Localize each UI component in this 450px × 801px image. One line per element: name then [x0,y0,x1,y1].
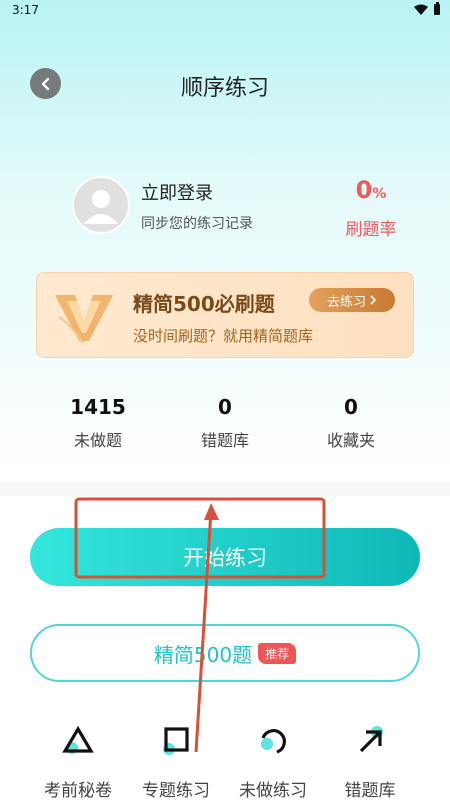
status-time: 3:17 [12,3,39,17]
recommend-badge: 推荐 [258,642,297,664]
bottom-tab-bar: 考前秘卷 专题练习 未做练习 错题库 [0,722,450,801]
user-icon [84,190,118,224]
login-link[interactable]: 立即登录 [141,179,213,205]
rate-number: 0 [355,176,373,204]
stat-undone-label: 未做题 [73,431,122,450]
practice-rate-value: 0% [340,176,402,204]
avatar[interactable] [72,176,130,234]
v-logo-icon [55,295,113,344]
stat-favorites-label: 收藏夹 [326,431,375,450]
square-icon [163,727,189,755]
tab-undone-practice[interactable]: 未做练习 [223,722,323,801]
circle-arc-icon [261,729,286,754]
simplified-500-button[interactable]: 精简500题 推荐 [30,624,420,682]
page-title: 顺序练习 [180,76,269,101]
chevron-right-icon [370,295,377,305]
go-practice-button[interactable]: 去练习 [309,288,395,312]
triangle-icon [62,725,94,754]
tab-exam-secret[interactable]: 考前秘卷 [28,722,128,801]
stat-undone[interactable]: 1415 未做题 [48,395,148,451]
banner-title: 精简500必刷题 [133,292,275,316]
simplified-question-banner[interactable]: 精简500必刷题 去练习 没时间刷题？就用精简题库 [36,272,414,358]
stat-favorites[interactable]: 0 收藏夹 [301,395,401,451]
tab-topic-practice-label: 专题练习 [142,781,210,801]
stat-wrong[interactable]: 0 错题库 [175,395,275,451]
simplified-500-label: 精简500题 [153,642,253,667]
practice-rate-label: 刷题率 [345,220,397,240]
tab-wrong-bank[interactable]: 错题库 [320,722,420,801]
battery-icon [434,2,440,15]
stat-favorites-value: 0 [344,395,358,419]
start-practice-button[interactable]: 开始练习 [30,528,420,586]
tab-undone-practice-label: 未做练习 [239,781,307,801]
annotation-arrowhead [204,503,219,520]
stat-wrong-label: 错题库 [200,431,249,450]
go-practice-label: 去练习 [326,294,366,310]
login-subtitle: 同步您的练习记录 [141,216,253,232]
tab-topic-practice[interactable]: 专题练习 [126,722,226,801]
arrow-up-right-icon [359,726,383,753]
status-bar: 3:17 [0,0,450,22]
rate-unit: % [372,186,387,202]
banner-subtitle: 没时间刷题？就用精简题库 [133,327,314,345]
tab-exam-secret-label: 考前秘卷 [44,781,112,801]
tab-wrong-bank-label: 错题库 [344,781,396,801]
status-icons [414,2,440,15]
wifi-icon [414,4,428,15]
stat-undone-value: 1415 [70,395,126,419]
section-divider [0,482,450,496]
stat-wrong-value: 0 [218,395,232,419]
